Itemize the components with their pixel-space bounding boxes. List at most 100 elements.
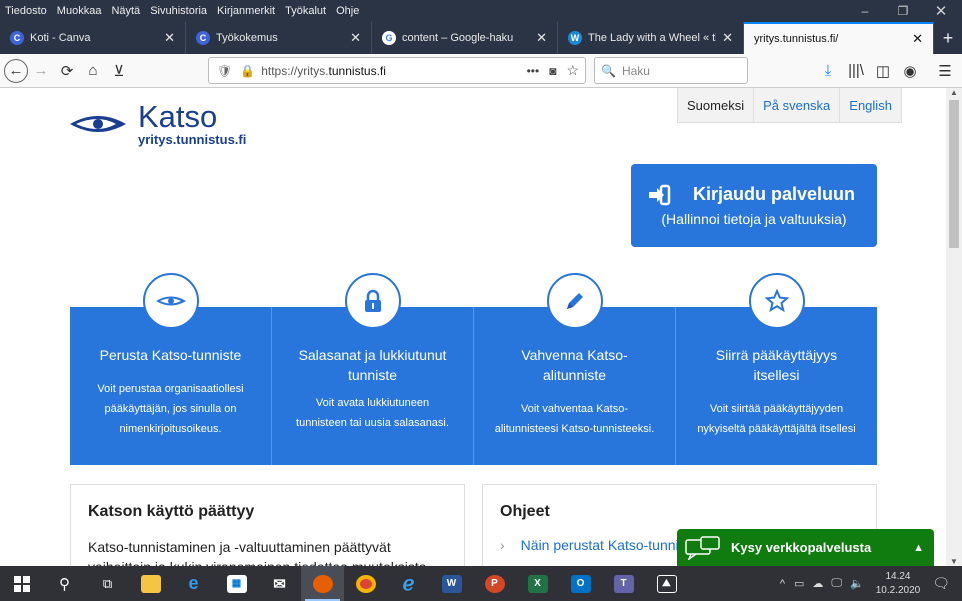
menu-file[interactable]: Tiedosto [0, 5, 52, 17]
tab-wordpress[interactable]: W The Lady with a Wheel « the v ✕ [558, 22, 744, 54]
chat-bubbles-icon [685, 535, 720, 560]
notifications-icon[interactable]: 🗨 [932, 575, 950, 592]
chevron-up-icon[interactable]: ^ [780, 578, 785, 590]
katso-logo[interactable]: Katso yritys.tunnistus.fi [68, 101, 247, 147]
menu-edit[interactable]: Muokkaa [52, 5, 107, 17]
card-icon-circle [546, 273, 603, 329]
account-icon[interactable]: ◉ [897, 58, 923, 84]
tab-title: Koti - Canva [30, 32, 91, 44]
bookmark-star-icon[interactable]: ☆ [566, 62, 579, 79]
login-subtitle: (Hallinnoi tietoja ja valtuuksia) [661, 211, 847, 227]
card-transfer-admin[interactable]: Siirrä pääkäyttäjyys itsellesi Voit siir… [676, 273, 877, 465]
scroll-up-icon[interactable]: ▲ [950, 88, 958, 97]
back-icon[interactable]: ← [4, 58, 28, 83]
tab-title: Työkokemus [216, 32, 278, 44]
outlook-icon[interactable]: O [559, 566, 602, 601]
search-icon[interactable]: ⚲ [43, 566, 86, 601]
excel-icon[interactable]: X [516, 566, 559, 601]
start-icon[interactable] [0, 566, 43, 601]
star-icon [764, 289, 789, 313]
logo-subtitle: yritys.tunnistus.fi [138, 132, 247, 147]
close-tab-icon[interactable]: ✕ [722, 30, 733, 46]
canva-favicon-icon: C [196, 31, 210, 45]
close-window-icon[interactable]: ✕ [922, 0, 960, 22]
instructions-title: Ohjeet [500, 503, 550, 520]
page-actions-icon[interactable]: ••• [527, 64, 540, 78]
edge-icon[interactable]: e [172, 566, 215, 601]
pocket-save-icon[interactable]: ⊻ [106, 58, 132, 84]
mail-icon[interactable]: ✉ [258, 566, 301, 601]
clock-time: 14.24 [885, 570, 911, 582]
card-description: Voit siirtää pääkäyttäjyyden nykyiseltä … [697, 403, 856, 435]
battery-icon[interactable]: ▭ [794, 577, 804, 590]
menu-history[interactable]: Sivuhistoria [145, 5, 212, 17]
katso-logo-icon [155, 296, 186, 306]
chrome-icon[interactable] [344, 566, 387, 601]
close-tab-icon[interactable]: ✕ [912, 31, 923, 47]
photos-icon[interactable]: ⛰ [645, 566, 688, 601]
sidebar-icon[interactable]: ◫ [870, 58, 896, 84]
download-icon[interactable]: ⤓ [815, 58, 841, 84]
pocket-icon[interactable]: ◙ [549, 64, 556, 78]
task-view-icon[interactable]: ⧉ [86, 566, 129, 601]
tab-tunnistus[interactable]: yritys.tunnistus.fi/ ✕ [744, 22, 934, 54]
menu-help[interactable]: Ohje [331, 5, 364, 17]
card-title: Vahvenna Katso-alitunniste [521, 347, 628, 383]
search-input[interactable]: 🔍 Haku [594, 57, 748, 84]
tab-tyokokemus[interactable]: C Työkokemus ✕ [186, 22, 372, 54]
internet-explorer-icon[interactable]: ℯ [387, 566, 430, 601]
card-title: Salasanat ja lukkiutunut tunniste [298, 347, 447, 383]
windows-logo-icon [13, 575, 30, 592]
onedrive-icon[interactable]: ☁ [812, 577, 823, 590]
tab-google[interactable]: G content – Google-haku ✕ [372, 22, 558, 54]
lang-english[interactable]: English [839, 88, 901, 122]
lang-swedish[interactable]: På svenska [753, 88, 839, 122]
clock[interactable]: 14.24 10.2.2020 [876, 570, 921, 598]
firefox-icon[interactable] [301, 566, 344, 601]
scroll-thumb[interactable] [949, 100, 959, 248]
chat-button[interactable]: Kysy verkkopalvelusta ▲ [677, 529, 934, 566]
katso-logo-icon [70, 116, 126, 132]
search-icon: 🔍 [601, 63, 616, 78]
card-passwords[interactable]: Salasanat ja lukkiutunut tunniste Voit a… [272, 273, 474, 465]
minimize-icon[interactable]: – [846, 0, 884, 22]
canva-favicon-icon: C [10, 31, 24, 45]
close-tab-icon[interactable]: ✕ [536, 30, 547, 46]
card-create-id[interactable]: Perusta Katso-tunniste Voit perustaa org… [70, 273, 272, 465]
network-icon[interactable]: 🖵 [831, 577, 842, 590]
card-strengthen[interactable]: Vahvenna Katso-alitunniste Voit vahventa… [474, 273, 676, 465]
system-tray: ^ ▭ ☁ 🖵 🔈 14.24 10.2.2020 🗨 [775, 566, 962, 601]
new-tab-icon[interactable]: + [934, 22, 962, 54]
lang-finnish[interactable]: Suomeksi [678, 88, 753, 122]
tab-title: content – Google-haku [402, 32, 514, 44]
wordpress-favicon-icon: W [568, 31, 582, 45]
close-tab-icon[interactable]: ✕ [164, 30, 175, 46]
menu-tools[interactable]: Työkalut [280, 5, 331, 17]
teams-icon[interactable]: T [602, 566, 645, 601]
url-bar[interactable]: 🛡 🔒 https://yritys.tunnistus.fi ••• ◙ ☆ [208, 57, 586, 84]
library-icon[interactable]: |||\ [843, 58, 869, 84]
forward-icon[interactable]: → [28, 58, 54, 84]
menu-bookmarks[interactable]: Kirjanmerkit [212, 5, 280, 17]
file-explorer-icon[interactable] [129, 566, 172, 601]
reload-icon[interactable]: ⟳ [54, 58, 80, 84]
menu-view[interactable]: Näytä [106, 5, 145, 17]
word-icon[interactable]: W [430, 566, 473, 601]
volume-icon[interactable]: 🔈 [850, 577, 864, 590]
card-description: Voit perustaa organisaatiollesi pääkäytt… [97, 383, 244, 435]
page-scrollbar[interactable]: ▲ ▼ [946, 88, 962, 566]
tab-canva[interactable]: C Koti - Canva ✕ [0, 22, 186, 54]
powerpoint-icon[interactable]: P [473, 566, 516, 601]
taskbar: ⚲ ⧉ e ▦ ✉ ℯ W P X O T ⛰ ^ ▭ ☁ 🖵 🔈 14.24 … [0, 566, 962, 601]
home-icon[interactable]: ⌂ [80, 58, 106, 84]
login-button[interactable]: Kirjaudu palveluun (Hallinnoi tietoja ja… [631, 164, 877, 247]
restore-icon[interactable]: ❐ [884, 0, 922, 22]
scroll-down-icon[interactable]: ▼ [950, 557, 958, 566]
card-description: Voit vahventaa Katso-alitunnisteesi Kats… [494, 403, 655, 435]
hamburger-menu-icon[interactable]: ☰ [932, 58, 958, 84]
pencil-icon [566, 293, 583, 309]
tab-strip: C Koti - Canva ✕ C Työkokemus ✕ G conten… [0, 22, 962, 54]
chevron-right-icon: › [500, 537, 505, 553]
close-tab-icon[interactable]: ✕ [350, 30, 361, 46]
store-icon[interactable]: ▦ [215, 566, 258, 601]
